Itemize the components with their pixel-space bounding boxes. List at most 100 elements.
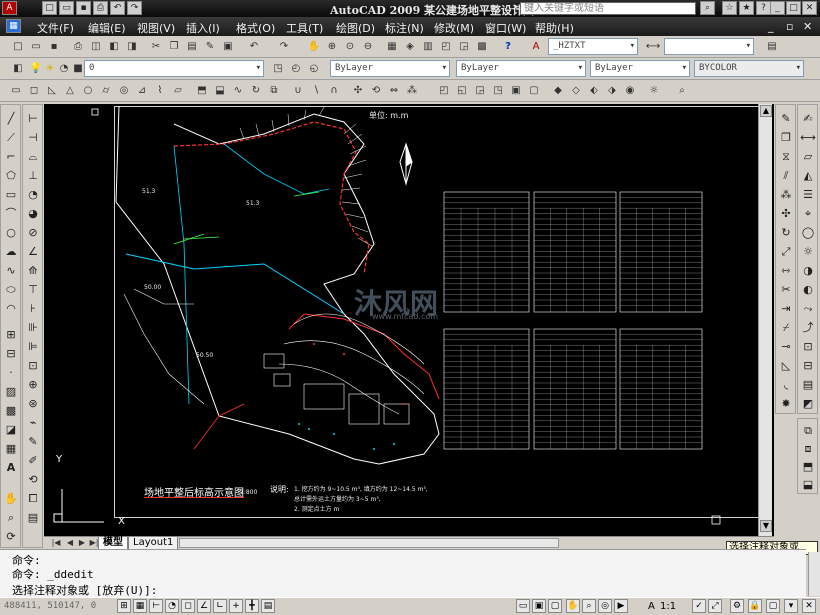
quick-view-layouts-icon[interactable]: ▣ [532, 599, 546, 613]
revcloud-icon[interactable]: ☁ [3, 244, 19, 260]
help-icon[interactable]: ? [756, 1, 771, 15]
ortho-toggle-icon[interactable]: ⊢ [149, 599, 163, 613]
dim-arc-icon[interactable]: ⌓ [25, 149, 41, 165]
insert-block-icon[interactable]: ⊞ [3, 327, 19, 343]
zoom-window-icon[interactable]: ⊙ [342, 39, 358, 55]
snap-toggle-icon[interactable]: ⊞ [117, 599, 131, 613]
help-icon[interactable]: ? [500, 39, 516, 55]
camera-adjust-icon[interactable]: ⊡ [800, 339, 816, 355]
distance-icon[interactable]: ⟷ [800, 130, 816, 146]
view-front-icon[interactable]: ▣ [508, 83, 524, 99]
steering-wheel-icon[interactable]: ◎ [598, 599, 612, 613]
status-close-icon[interactable]: ✕ [802, 599, 816, 613]
stretch-icon[interactable]: ⇿ [778, 263, 794, 279]
model-paper-icon[interactable]: ▭ [516, 599, 530, 613]
view-top-icon[interactable]: ◰ [436, 83, 452, 99]
redo-icon[interactable]: ↷ [276, 39, 292, 55]
point-icon[interactable]: · [3, 365, 19, 381]
qnew-icon[interactable]: □ [10, 39, 26, 55]
markup-icon[interactable]: ◲ [456, 39, 472, 55]
dyn-toggle-icon[interactable]: + [229, 599, 243, 613]
table-icon[interactable]: ▦ [3, 441, 19, 457]
3d-move-icon[interactable]: ✣ [350, 83, 366, 99]
status-menu-icon[interactable]: ▾ [784, 599, 798, 613]
3d-array-icon[interactable]: ⁂ [404, 83, 420, 99]
doc-minimize-icon[interactable]: _ [768, 20, 774, 33]
move-icon[interactable]: ✣ [778, 206, 794, 222]
dim-style-icon[interactable]: ⟷ [645, 39, 661, 55]
camera-icon[interactable]: ◉ [622, 83, 638, 99]
layer-manager-icon[interactable]: ◧ [10, 61, 26, 77]
tolerance-icon[interactable]: ⊡ [25, 358, 41, 374]
zoom-status-icon[interactable]: ⌕ [582, 599, 596, 613]
dim-style-select[interactable] [664, 38, 754, 55]
dim-break-icon[interactable]: ⊫ [25, 339, 41, 355]
plot-preview-icon[interactable]: ◫ [88, 39, 104, 55]
join-icon[interactable]: ⊸ [778, 339, 794, 355]
otrack-toggle-icon[interactable]: ∠ [197, 599, 211, 613]
quick-view-drawings-icon[interactable]: ▢ [548, 599, 562, 613]
close-icon[interactable]: ✕ [802, 1, 817, 15]
hatch-icon[interactable]: ▨ [3, 384, 19, 400]
open-icon[interactable]: ▭ [28, 39, 44, 55]
cone-icon[interactable]: △ [62, 83, 78, 99]
doc-restore-icon[interactable]: ▫ [786, 20, 793, 33]
offset-icon[interactable]: ⫽ [778, 168, 794, 184]
bring-front-icon[interactable]: ⧉ [800, 423, 816, 439]
lineweight-select[interactable]: ByLayer [590, 60, 690, 77]
dwf-icon[interactable]: ◨ [124, 39, 140, 55]
break-icon[interactable]: ⌿ [778, 320, 794, 336]
make-block-icon[interactable]: ⊟ [3, 346, 19, 362]
menu-help[interactable]: 帮助(H) [535, 20, 574, 36]
loft-icon[interactable]: ⧉ [266, 83, 282, 99]
menu-modify[interactable]: 修改(M) [434, 20, 474, 36]
scale-icon[interactable]: ⤢ [778, 244, 794, 260]
layer-state-icon[interactable]: ◵ [306, 61, 322, 77]
bring-above-icon[interactable]: ⬒ [800, 459, 816, 475]
text-style-select[interactable]: _HZTXT [548, 38, 638, 55]
dim-linear-icon[interactable]: ⊢ [25, 111, 41, 127]
visual-style-icon[interactable]: ◩ [800, 396, 816, 412]
command-window[interactable]: 命令: 命令: _ddedit 选择注释对象或 [放弃(U)]: [0, 549, 820, 597]
pan-status-icon[interactable]: ✋ [566, 599, 580, 613]
menu-view[interactable]: 视图(V) [137, 20, 175, 36]
polyline-icon[interactable]: ⌐ [3, 149, 19, 165]
erase-icon[interactable]: ✎ [778, 111, 794, 127]
locate-point-icon[interactable]: ⌖ [800, 206, 816, 222]
dim-space-icon[interactable]: ⊪ [25, 320, 41, 336]
autocad-logo-icon[interactable]: A [2, 1, 17, 15]
communication-icon[interactable]: ☆ [722, 1, 737, 15]
cut-icon[interactable]: ✂ [148, 39, 164, 55]
quick-dim-icon[interactable]: ⟰ [25, 263, 41, 279]
menu-draw[interactable]: 绘图(D) [336, 20, 375, 36]
vertical-scrollbar[interactable]: ▲ ▼ [758, 104, 772, 536]
fly-icon[interactable]: ⤴ [800, 320, 816, 336]
copy-object-icon[interactable]: ❐ [778, 130, 794, 146]
properties-icon[interactable]: ▦ [384, 39, 400, 55]
polar-toggle-icon[interactable]: ◔ [165, 599, 179, 613]
menu-tools[interactable]: 工具(T) [286, 20, 323, 36]
fillet-icon[interactable]: ◟ [778, 377, 794, 393]
center-mark-icon[interactable]: ⊕ [25, 377, 41, 393]
pan-tool-icon[interactable]: ✋ [3, 491, 19, 507]
list-icon[interactable]: ☰ [800, 187, 816, 203]
extrude-icon[interactable]: ⬒ [194, 83, 210, 99]
line-icon[interactable]: ╱ [3, 111, 19, 127]
subtract-icon[interactable]: ∖ [308, 83, 324, 99]
ellipse-arc-icon[interactable]: ◠ [3, 301, 19, 317]
planar-surface-icon[interactable]: ▱ [170, 83, 186, 99]
material-icon[interactable]: ◑ [800, 263, 816, 279]
plotstyle-select[interactable]: BYCOLOR [694, 60, 804, 77]
view-bottom-icon[interactable]: ◱ [454, 83, 470, 99]
zoom-previous-icon[interactable]: ⊖ [360, 39, 376, 55]
dim-radius-icon[interactable]: ◔ [25, 187, 41, 203]
mass-props-icon[interactable]: ◭ [800, 168, 816, 184]
horizontal-scrollbar[interactable] [179, 538, 559, 548]
osnap-toggle-icon[interactable]: ◻ [181, 599, 195, 613]
favorites-icon[interactable]: ★ [739, 1, 754, 15]
dim-ordinate-icon[interactable]: ⊥ [25, 168, 41, 184]
nw-iso-icon[interactable]: ⬗ [604, 83, 620, 99]
rotate-icon[interactable]: ↻ [778, 225, 794, 241]
save-icon[interactable]: ▪ [76, 1, 91, 15]
layer-previous-icon[interactable]: ◴ [288, 61, 304, 77]
